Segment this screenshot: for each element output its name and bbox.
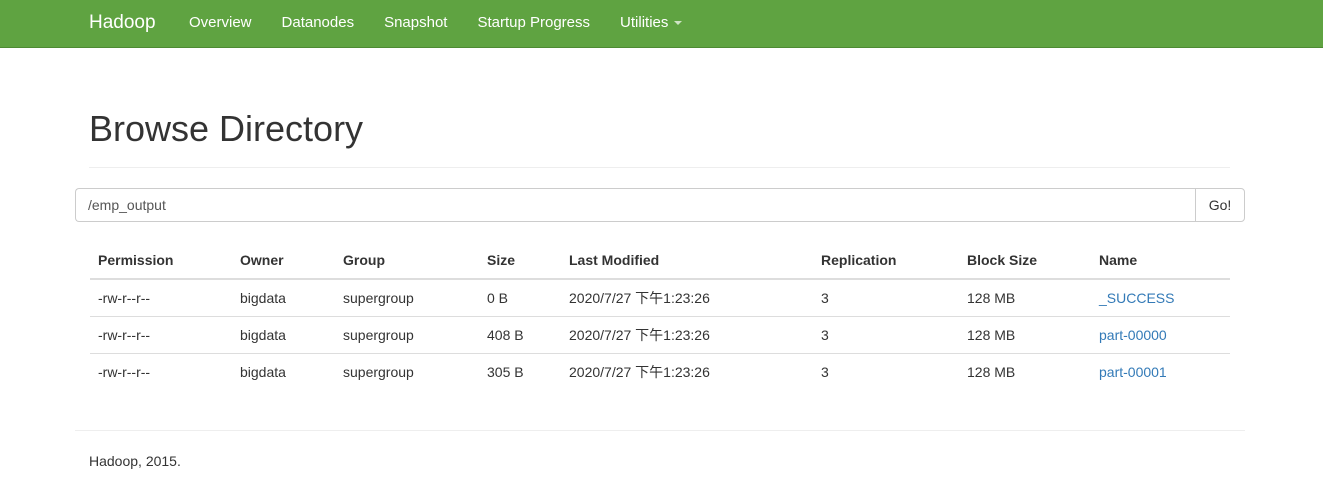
file-listing-table: Permission Owner Group Size Last Modifie… xyxy=(90,241,1230,390)
cell-permission: -rw-r--r-- xyxy=(98,290,151,306)
cell-owner: bigdata xyxy=(232,353,335,390)
file-link[interactable]: _SUCCESS xyxy=(1099,290,1174,306)
cell-size: 305 B xyxy=(479,353,561,390)
page-title: Browse Directory xyxy=(89,108,364,149)
header-replication[interactable]: Replication xyxy=(813,241,959,280)
nav-overview[interactable]: Overview xyxy=(189,14,252,31)
cell-group: supergroup xyxy=(335,316,479,354)
cell-last-modified: 2020/7/27 下午1:23:26 xyxy=(561,316,813,354)
nav-utilities-label: Utilities xyxy=(620,14,669,31)
header-last-modified[interactable]: Last Modified xyxy=(561,241,813,280)
nav-snapshot[interactable]: Snapshot xyxy=(384,14,447,31)
file-link[interactable]: part-00001 xyxy=(1099,364,1167,380)
cell-replication: 3 xyxy=(813,316,959,354)
cell-permission: -rw-r--r-- xyxy=(90,316,232,354)
header-block-size[interactable]: Block Size xyxy=(959,241,1091,280)
nav-datanodes[interactable]: Datanodes xyxy=(282,14,355,31)
cell-replication: 3 xyxy=(813,353,959,390)
cell-group: supergroup xyxy=(343,290,414,306)
cell-replication: 3 xyxy=(821,290,829,306)
top-navbar: Hadoop Overview Datanodes Snapshot Start… xyxy=(0,0,1323,48)
cell-name: part-00001 xyxy=(1091,353,1230,390)
path-form: Go! xyxy=(75,188,1245,222)
title-divider xyxy=(89,167,1230,168)
table-header-row: Permission Owner Group Size Last Modifie… xyxy=(90,241,1230,280)
caret-down-icon xyxy=(674,21,683,26)
header-owner[interactable]: Owner xyxy=(232,241,335,280)
cell-size: 0 B xyxy=(487,290,509,306)
cell-last-modified: 2020/7/27 下午1:23:26 xyxy=(561,353,813,390)
go-button[interactable]: Go! xyxy=(1195,188,1245,222)
cell-owner: bigdata xyxy=(232,316,335,354)
cell-name: part-00000 xyxy=(1091,316,1230,354)
cell-block-size: 128 MB xyxy=(959,316,1091,354)
cell-block-size: 128 MB xyxy=(959,353,1091,390)
table-row: -rw-r--r-- bigdata supergroup 305 B 2020… xyxy=(90,353,1230,390)
cell-permission: -rw-r--r-- xyxy=(90,353,232,390)
nav-links: Overview Datanodes Snapshot Startup Prog… xyxy=(189,14,712,31)
directory-path-input[interactable] xyxy=(75,188,1195,222)
file-link[interactable]: part-00000 xyxy=(1099,327,1167,343)
header-name[interactable]: Name xyxy=(1091,241,1230,280)
nav-utilities-dropdown[interactable]: Utilities xyxy=(620,14,683,31)
brand-link[interactable]: Hadoop xyxy=(89,12,156,34)
footer-divider xyxy=(75,430,1245,431)
cell-owner: bigdata xyxy=(240,290,286,306)
cell-last-modified: 2020/7/27 下午1:23:26 xyxy=(569,290,710,306)
cell-group: supergroup xyxy=(335,353,479,390)
header-permission[interactable]: Permission xyxy=(90,241,232,280)
cell-name: _SUCCESS xyxy=(1091,279,1230,317)
cell-size: 408 B xyxy=(479,316,561,354)
header-group[interactable]: Group xyxy=(335,241,479,280)
nav-startup-progress[interactable]: Startup Progress xyxy=(477,14,590,31)
footer-copyright: Hadoop, 2015. xyxy=(89,453,181,469)
header-size[interactable]: Size xyxy=(479,241,561,280)
cell-block-size: 128 MB xyxy=(967,290,1016,306)
table-row: -rw-r--r-- bigdata supergroup 408 B 2020… xyxy=(90,316,1230,354)
table-row: -rw-r--r-- bigdata supergroup 0 B 2020/7… xyxy=(90,279,1230,317)
